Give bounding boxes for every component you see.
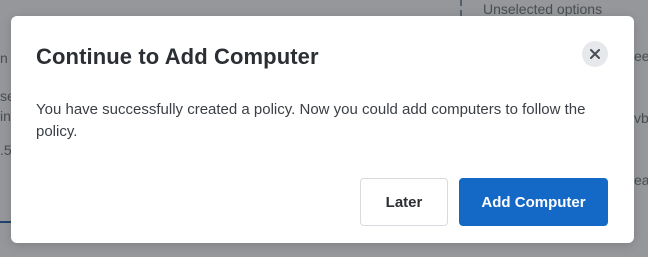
close-button[interactable] <box>582 41 608 67</box>
close-icon <box>590 49 600 59</box>
later-button[interactable]: Later <box>360 178 448 226</box>
add-computer-button[interactable]: Add Computer <box>459 178 608 226</box>
continue-add-computer-dialog: Continue to Add Computer You have succes… <box>11 16 634 243</box>
dialog-message: You have successfully created a policy. … <box>36 101 586 140</box>
dialog-title: Continue to Add Computer <box>36 44 319 69</box>
